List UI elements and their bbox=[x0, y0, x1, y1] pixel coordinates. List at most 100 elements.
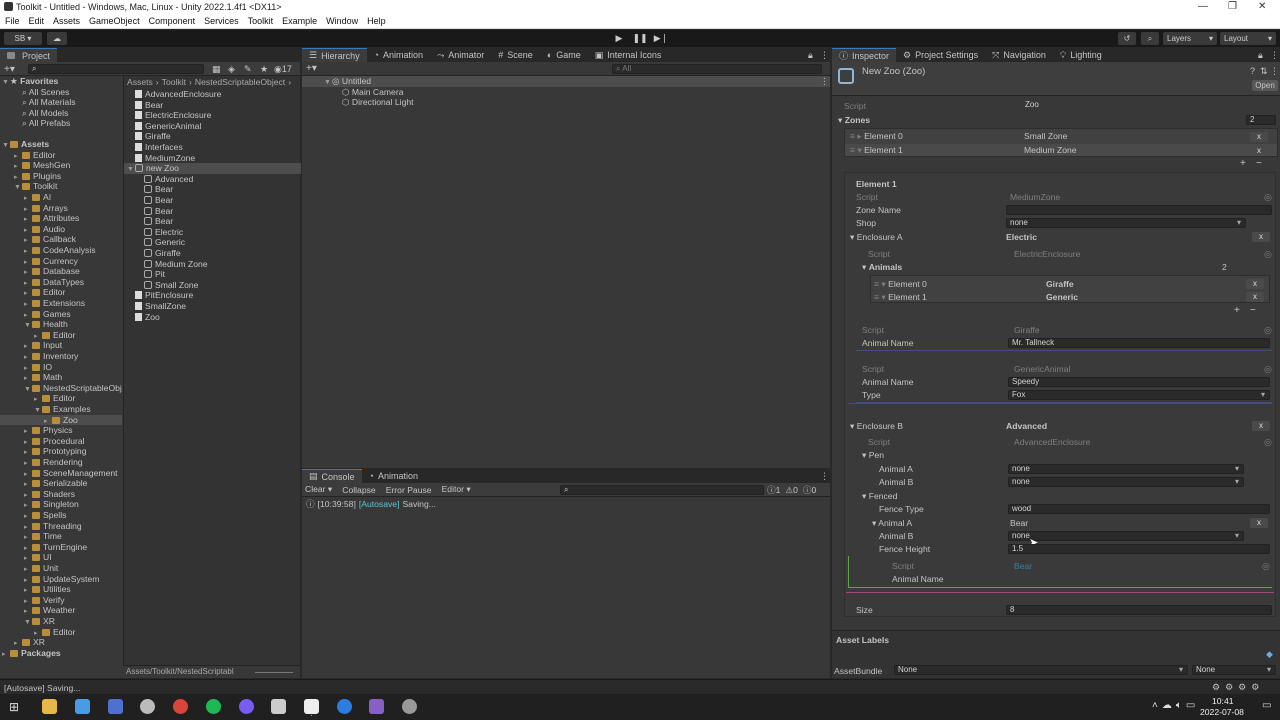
tree-folder-item[interactable]: ▸ Editor bbox=[0, 150, 122, 161]
lock-icon[interactable]: 🔒︎ bbox=[1258, 50, 1263, 61]
tree-folder-item[interactable]: ▸ Editor bbox=[0, 627, 122, 638]
packages-root[interactable]: ▸ Packages bbox=[2, 648, 61, 659]
tree-folder-item[interactable]: ▼ Toolkit bbox=[0, 181, 122, 192]
fence-type-input[interactable]: wood bbox=[1008, 504, 1270, 514]
info-count-toggle[interactable]: ⓘ1 bbox=[767, 484, 780, 496]
store-icon[interactable] bbox=[75, 699, 90, 714]
hierarchy-search-input[interactable]: ⌕ All bbox=[612, 64, 822, 74]
search-icon[interactable]: ⌕ bbox=[1141, 32, 1159, 45]
file-item[interactable]: GenericAnimal bbox=[124, 121, 301, 132]
animals-foldout[interactable]: ▾ Animals bbox=[862, 262, 902, 273]
menu-assets[interactable]: Assets bbox=[53, 16, 80, 26]
file-item[interactable]: Bear bbox=[124, 184, 301, 195]
tab-project[interactable]: Project bbox=[0, 48, 58, 62]
tag-icon[interactable]: ◆ bbox=[1266, 649, 1273, 660]
tree-folder-item[interactable]: ▸ Database bbox=[0, 266, 122, 277]
file-item[interactable]: Interfaces bbox=[124, 142, 301, 153]
favorite-item[interactable]: ⌕ All Scenes bbox=[22, 87, 69, 98]
remove-button[interactable]: x bbox=[1250, 132, 1268, 142]
tree-folder-item[interactable]: ▸ Editor bbox=[0, 393, 122, 404]
tree-folder-item[interactable]: ▸ Extensions bbox=[0, 298, 122, 309]
tab-scene[interactable]: # Scene bbox=[491, 48, 540, 62]
pen-animal-b-dropdown[interactable]: none bbox=[1008, 477, 1244, 487]
fenced-foldout[interactable]: ▾ Fenced bbox=[862, 491, 897, 502]
file-item[interactable]: ▼ new Zoo bbox=[124, 163, 301, 174]
tree-folder-item[interactable]: ▸ Editor bbox=[0, 287, 122, 298]
calculator-icon[interactable] bbox=[108, 699, 123, 714]
lock-icon[interactable]: 🔒︎ bbox=[808, 50, 813, 61]
more-icon[interactable]: ⋮ bbox=[820, 76, 829, 87]
enclosure-a-foldout[interactable]: ▾ Enclosure A bbox=[850, 232, 903, 243]
collapse-button[interactable]: Collapse bbox=[342, 485, 375, 495]
menu-file[interactable]: File bbox=[5, 16, 20, 26]
pen-animal-a-dropdown[interactable]: none bbox=[1008, 464, 1244, 474]
fenced-animal-b-dropdown[interactable]: none bbox=[1008, 531, 1244, 541]
assetbundle-dropdown[interactable]: None bbox=[894, 665, 1188, 675]
remove-button[interactable]: x bbox=[1250, 518, 1268, 528]
tree-folder-item[interactable]: ▸ Rendering bbox=[0, 457, 122, 468]
file-item[interactable]: MediumZone bbox=[124, 153, 301, 164]
favorites-header[interactable]: ▼★ Favorites bbox=[2, 76, 58, 87]
tree-folder-item[interactable]: ▸ Editor bbox=[0, 330, 122, 341]
maximize-icon[interactable]: ❐ bbox=[1228, 1, 1237, 12]
remove-element-button[interactable]: − bbox=[1256, 158, 1262, 169]
animal-name-input[interactable]: Mr. Tallneck bbox=[1008, 338, 1270, 348]
notification-icon[interactable]: ▭ bbox=[1262, 700, 1271, 711]
warning-count-toggle[interactable]: ⚠0 bbox=[785, 485, 798, 496]
tree-folder-item[interactable]: ▸ Unit bbox=[0, 563, 122, 574]
windows-start-icon[interactable]: ⊞ bbox=[9, 700, 19, 714]
tab-animator[interactable]: ⤳ Animator bbox=[430, 48, 491, 62]
file-item[interactable]: SmallZone bbox=[124, 301, 301, 312]
open-button[interactable]: Open bbox=[1252, 80, 1278, 91]
tree-folder-item[interactable]: ▸ Currency bbox=[0, 256, 122, 267]
favorite-item[interactable]: ⌕ All Models bbox=[22, 108, 68, 119]
pause-button[interactable]: ❚❚ bbox=[631, 32, 649, 45]
target-icon[interactable]: ◎ bbox=[1262, 561, 1270, 572]
menu-help[interactable]: Help bbox=[367, 16, 386, 26]
tree-folder-item[interactable]: ▸ Inventory bbox=[0, 351, 122, 362]
file-item[interactable]: Small Zone bbox=[124, 280, 301, 291]
cloud-icon[interactable]: ☁ bbox=[47, 32, 67, 45]
label-icon[interactable]: ◈ bbox=[228, 64, 235, 75]
fence-height-input[interactable]: 1.5 bbox=[1008, 544, 1270, 554]
filter-icon[interactable]: ▦ bbox=[212, 64, 221, 75]
visual-studio-icon[interactable] bbox=[369, 699, 384, 714]
file-item[interactable]: Advanced bbox=[124, 174, 301, 185]
animal-element-1[interactable]: ≡ ▾ Element 1 bbox=[874, 292, 927, 303]
scene-item[interactable]: ▼◎ Untitled ⋮ bbox=[302, 76, 830, 87]
tree-folder-item[interactable]: ▸ UpdateSystem bbox=[0, 574, 122, 585]
size-input[interactable]: 8 bbox=[1006, 605, 1272, 615]
menu-services[interactable]: Services bbox=[204, 16, 239, 26]
unity-hub-icon[interactable] bbox=[271, 699, 286, 714]
help-icon[interactable]: ? bbox=[1250, 66, 1255, 76]
remove-button[interactable]: x bbox=[1250, 146, 1268, 156]
hierarchy-item[interactable]: ⬡ Main Camera bbox=[342, 87, 403, 98]
file-item[interactable]: Medium Zone bbox=[124, 259, 301, 270]
github-icon[interactable] bbox=[402, 699, 417, 714]
tree-folder-item[interactable]: ▸ Verify bbox=[0, 595, 122, 606]
variant-dropdown[interactable]: None bbox=[1192, 665, 1276, 675]
tree-folder-item[interactable]: ▸ CodeAnalysis bbox=[0, 245, 122, 256]
spotify-icon[interactable] bbox=[206, 699, 221, 714]
add-icon[interactable]: +▾ bbox=[306, 63, 317, 74]
star-icon[interactable]: ★ bbox=[260, 64, 268, 75]
tab-inspector[interactable]: ⓘ Inspector bbox=[832, 48, 897, 62]
tree-folder-item[interactable]: ▸ Math bbox=[0, 372, 122, 383]
menu-component[interactable]: Component bbox=[149, 16, 196, 26]
file-item[interactable]: Bear bbox=[124, 100, 301, 111]
file-item[interactable]: Electric bbox=[124, 227, 301, 238]
file-item[interactable]: Bear bbox=[124, 216, 301, 227]
tree-folder-item[interactable]: ▸ Procedural bbox=[0, 436, 122, 447]
log-entry[interactable]: ⓘ [10:39:58] [Autosave] Saving... bbox=[306, 498, 436, 510]
remove-button[interactable]: x bbox=[1246, 279, 1264, 289]
discord-icon[interactable] bbox=[239, 699, 254, 714]
add-element-button[interactable]: + bbox=[1234, 305, 1240, 316]
tab-console[interactable]: ▤ Console bbox=[302, 469, 362, 483]
step-button[interactable]: ▶❘ bbox=[652, 32, 670, 45]
tab-animation[interactable]: ◔ Animation bbox=[362, 469, 425, 483]
target-icon[interactable]: ◎ bbox=[1264, 192, 1272, 203]
tree-folder-item[interactable]: ▸ Spells bbox=[0, 510, 122, 521]
preset-icon[interactable]: ⇅ bbox=[1260, 66, 1268, 77]
tree-folder-item[interactable]: ▸ IO bbox=[0, 362, 122, 373]
zones-size-field[interactable]: 2 bbox=[1246, 115, 1276, 125]
